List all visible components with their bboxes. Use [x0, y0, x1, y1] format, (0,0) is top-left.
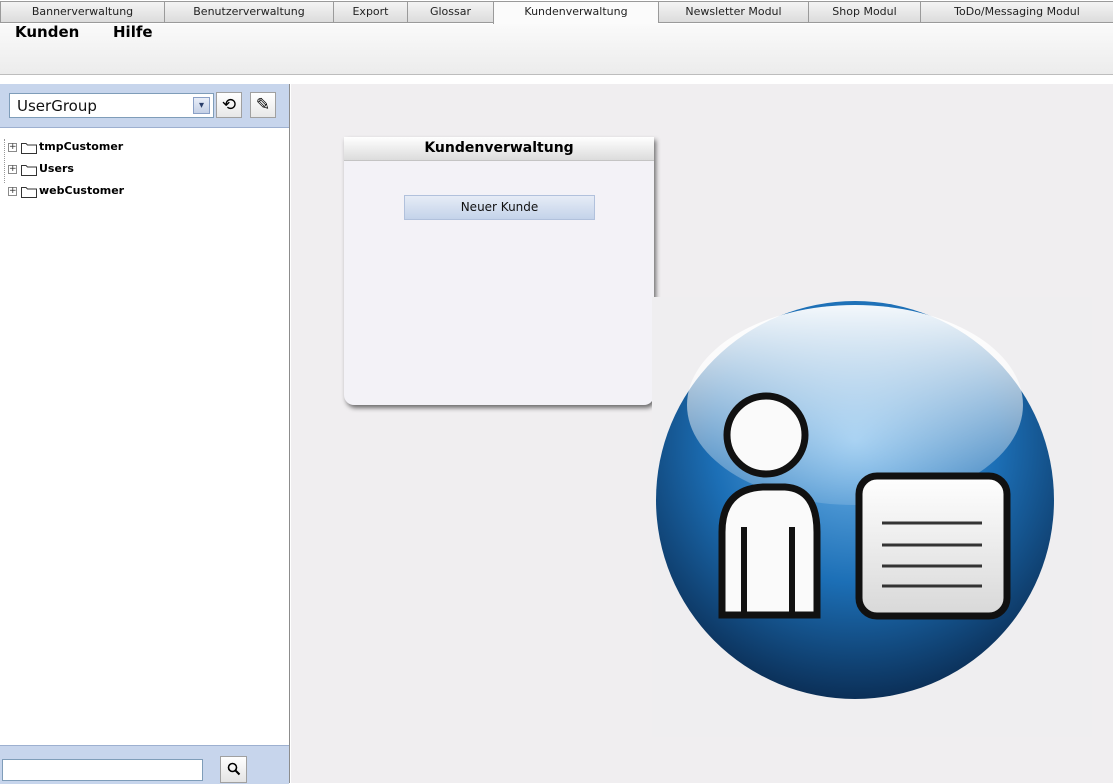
- customer-orb-icon: [652, 297, 1092, 737]
- folder-icon: [21, 187, 37, 198]
- search-button[interactable]: [220, 756, 247, 783]
- card-title: Kundenverwaltung: [344, 137, 654, 161]
- folder-icon: [21, 165, 37, 176]
- tree-connector-line: [4, 139, 5, 183]
- tab-export[interactable]: Export: [333, 1, 407, 23]
- expand-icon[interactable]: +: [8, 143, 17, 152]
- tree-item-label[interactable]: Users: [39, 162, 74, 175]
- refresh-icon[interactable]: ⟲: [216, 92, 242, 118]
- expand-icon[interactable]: +: [8, 187, 17, 196]
- tree-item-label[interactable]: webCustomer: [39, 184, 124, 197]
- tab-benutzerverwaltung[interactable]: Benutzerverwaltung: [164, 1, 333, 23]
- search-bar: [0, 745, 289, 784]
- search-input[interactable]: [2, 759, 203, 781]
- folder-icon: [21, 143, 37, 154]
- search-icon: [227, 762, 240, 776]
- module-tab-bar: Bannerverwaltung Benutzerverwaltung Expo…: [0, 0, 1113, 25]
- tab-shop-modul[interactable]: Shop Modul: [808, 1, 920, 23]
- chevron-down-icon[interactable]: ▾: [193, 97, 210, 114]
- new-customer-button[interactable]: Neuer Kunde: [404, 195, 595, 220]
- tree-item-label[interactable]: tmpCustomer: [39, 140, 123, 153]
- usergroup-select-value: UserGroup: [17, 97, 97, 115]
- usergroup-select[interactable]: UserGroup ▾: [9, 93, 214, 118]
- tab-kundenverwaltung[interactable]: Kundenverwaltung: [493, 1, 658, 25]
- expand-icon[interactable]: +: [8, 165, 17, 174]
- tree-toolbar: UserGroup ▾ ⟲ ✎: [0, 84, 289, 128]
- tab-newsletter-modul[interactable]: Newsletter Modul: [658, 1, 808, 23]
- tab-bannerverwaltung[interactable]: Bannerverwaltung: [0, 1, 164, 23]
- tab-glossar[interactable]: Glossar: [407, 1, 493, 23]
- main-content: Kundenverwaltung Neuer Kunde: [291, 84, 1113, 783]
- menu-hilfe[interactable]: Hilfe: [113, 23, 153, 41]
- tab-todo-messaging-modul[interactable]: ToDo/Messaging Modul: [920, 1, 1113, 23]
- menu-kunden[interactable]: Kunden: [15, 23, 79, 41]
- left-panel: UserGroup ▾ ⟲ ✎ + tmpCustomer + Users + …: [0, 84, 290, 784]
- menu-bar: Kunden Hilfe: [0, 23, 1113, 75]
- customer-management-card: Kundenverwaltung Neuer Kunde: [344, 137, 654, 405]
- edit-icon[interactable]: ✎: [250, 92, 276, 118]
